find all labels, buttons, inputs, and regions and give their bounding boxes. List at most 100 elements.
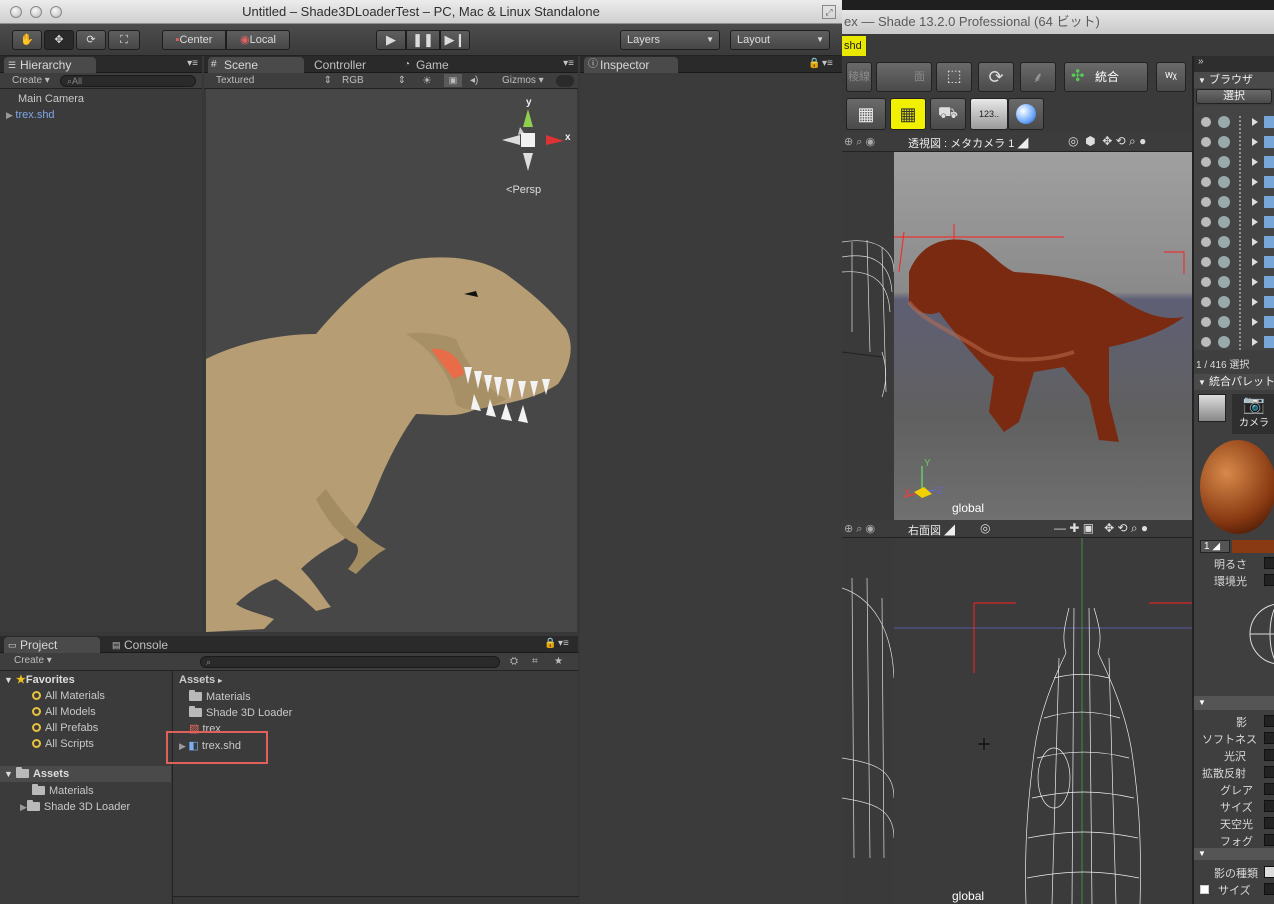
tab-hierarchy[interactable]: ☰ Hierarchy xyxy=(4,57,96,73)
camera-tab[interactable]: 📷 カメラ xyxy=(1232,394,1274,434)
fog-field[interactable] xyxy=(1264,834,1274,846)
skylight-field[interactable] xyxy=(1264,817,1274,829)
favorite-star-icon[interactable]: ★ xyxy=(554,654,563,670)
filter-by-type-icon[interactable]: ⛭ xyxy=(510,654,518,670)
world-coord-button[interactable]: ᵂᵡ xyxy=(1156,62,1186,92)
fullscreen-icon[interactable]: ⤢ xyxy=(822,5,836,19)
view-toolbar-icons[interactable]: ◎ ⬢ ✥ ⟲ ⌕ ● xyxy=(1068,134,1146,149)
tree-folder-shade-3d-loader[interactable]: ▶ Shade 3D Loader xyxy=(20,799,130,815)
tab-console[interactable]: ▤ Console xyxy=(108,637,198,653)
audio-toggle-icon[interactable]: ◂) xyxy=(470,73,478,89)
redo-button[interactable]: ⟳ xyxy=(978,62,1014,92)
project-create-button[interactable]: Create ▾ xyxy=(14,653,52,669)
light-index-dropdown[interactable]: 1 ◢ xyxy=(1200,540,1230,553)
perspective-viewport[interactable]: global Y X Z xyxy=(894,152,1192,520)
select-button[interactable]: 選択 xyxy=(1196,89,1272,104)
layout-dropdown[interactable]: Layout ▼ xyxy=(730,30,830,50)
move-tool-button[interactable]: ✥ xyxy=(44,30,74,50)
layers-dropdown[interactable]: Layers ▼ xyxy=(620,30,720,50)
zoom-controls-icon[interactable]: ⊕ ⌕ ◉ xyxy=(844,522,875,536)
expand-arrow-icon[interactable]: ▶ xyxy=(6,110,15,120)
right-viewport[interactable]: global xyxy=(894,538,1192,904)
assets-root[interactable]: ▼ Assets xyxy=(0,766,171,782)
edge-tool-button[interactable]: 稜線 xyxy=(846,62,872,92)
object-browser-list[interactable] xyxy=(1194,106,1274,350)
panel-menu-icon[interactable]: ▾≡ xyxy=(187,58,198,69)
size-option-field[interactable] xyxy=(1264,883,1274,895)
tab-scene[interactable]: # Scene xyxy=(208,57,304,73)
brightness-field[interactable] xyxy=(1264,557,1274,569)
scene-search-input[interactable] xyxy=(556,75,574,87)
play-button[interactable]: ▶ xyxy=(376,30,406,50)
render-button[interactable] xyxy=(1008,98,1044,130)
browser-header[interactable]: ▼ ブラウザ xyxy=(1194,72,1274,88)
favorite-all-models[interactable]: All Models xyxy=(32,704,96,720)
tab-project[interactable]: ▭ Project xyxy=(4,637,100,653)
pivot-center-button[interactable]: ▪Center xyxy=(162,30,226,50)
lighting-toggle-icon[interactable]: ☀ xyxy=(422,73,432,89)
expand-arrow-icon[interactable]: ▶ xyxy=(179,741,188,751)
close-window-button[interactable] xyxy=(10,6,22,18)
hand-tool-button[interactable]: ✋ xyxy=(12,30,42,50)
shade-document-tab[interactable]: shd xyxy=(842,36,866,56)
pivot-local-button[interactable]: ◉Local xyxy=(226,30,290,50)
right-view-label[interactable]: 右面図 ◢ xyxy=(908,522,955,538)
collapse-arrow-icon[interactable]: ▼ xyxy=(4,675,13,685)
trex-model[interactable] xyxy=(206,239,577,632)
gizmos-dropdown[interactable]: Gizmos ▾ xyxy=(502,73,544,89)
scene-viewport[interactable]: y x <Persp xyxy=(206,89,577,632)
zoom-window-button[interactable] xyxy=(50,6,62,18)
project-breadcrumb[interactable]: Assets ▸ xyxy=(179,672,222,689)
tab-inspector[interactable]: ⓘ Inspector xyxy=(584,57,678,73)
light-direction-sphere[interactable] xyxy=(1246,594,1274,674)
numeric-input-button[interactable]: 123.. xyxy=(970,98,1008,130)
shadow-section-toggle[interactable]: ▼ xyxy=(1194,696,1274,710)
size-checkbox[interactable] xyxy=(1200,885,1209,894)
collapse-arrow-icon[interactable]: ▼ xyxy=(4,769,13,779)
panel-menu-icon[interactable]: ▾≡ xyxy=(822,58,833,69)
asset-folder-shade-3d-loader[interactable]: Shade 3D Loader xyxy=(189,705,292,721)
tab-game[interactable]: ◔ Game xyxy=(400,57,480,73)
shadow-type-section-toggle[interactable]: ▼ xyxy=(1194,848,1274,860)
hierarchy-item-trex[interactable]: ▶ trex.shd xyxy=(6,107,55,123)
palette-header[interactable]: ▼ 統合パレット xyxy=(1194,374,1274,390)
wire-view-left-strip[interactable] xyxy=(842,152,895,520)
filter-by-label-icon[interactable]: ⌗ xyxy=(532,654,538,670)
favorite-all-materials[interactable]: All Materials xyxy=(32,688,105,704)
project-search-input[interactable]: ⌕ xyxy=(200,656,500,668)
wire-view-left-strip-2[interactable]: Y xyxy=(842,538,931,904)
panel-menu-icon[interactable]: ▾≡ xyxy=(563,58,574,69)
glare-field[interactable] xyxy=(1264,783,1274,795)
rotate-tool-button[interactable]: ⟳ xyxy=(76,30,106,50)
hierarchy-search-input[interactable]: ⌕All xyxy=(60,75,196,87)
unified-tool-button[interactable]: ✣ 統合 xyxy=(1064,62,1148,92)
perspective-view-label[interactable]: 透視図 : メタカメラ 1 ◢ xyxy=(908,135,1028,151)
shading-mode-dropdown[interactable]: Textured ⇕ xyxy=(216,73,332,89)
softness-field[interactable] xyxy=(1264,732,1274,744)
size-field[interactable] xyxy=(1264,800,1274,812)
gloss-field[interactable] xyxy=(1264,749,1274,761)
side-panel-collapse[interactable]: » xyxy=(1194,56,1274,72)
asset-folder-materials[interactable]: Materials xyxy=(189,689,251,705)
scale-tool-button[interactable]: ⛶ xyxy=(108,30,140,50)
zoom-controls-icon[interactable]: ⊕ ⌕ ◉ xyxy=(844,135,875,149)
shadow-type-dropdown[interactable] xyxy=(1264,866,1274,878)
view-toolbar-icons[interactable]: — ✚ ▣ ✥ ⟲ ⌕ ● xyxy=(1054,521,1148,536)
select-rect-button[interactable]: ⬚ xyxy=(936,62,972,92)
tree-folder-materials[interactable]: Materials xyxy=(32,783,94,799)
step-button[interactable]: ▶❙ xyxy=(440,30,470,50)
light-color-swatch[interactable] xyxy=(1232,540,1274,553)
lock-icon[interactable]: 🔒 xyxy=(808,58,820,69)
target-icon[interactable]: ◎ xyxy=(980,521,990,535)
brush-tool-button[interactable]: ⸙ xyxy=(1020,62,1056,92)
ambient-field[interactable] xyxy=(1264,574,1274,586)
color-mode-dropdown[interactable]: RGB ⇕ xyxy=(342,73,406,89)
expand-arrow-icon[interactable]: ▶ xyxy=(20,802,27,812)
image-effects-icon[interactable]: ▣ xyxy=(444,74,462,87)
favorite-all-prefabs[interactable]: All Prefabs xyxy=(32,720,98,736)
hierarchy-item-main-camera[interactable]: Main Camera xyxy=(18,91,84,107)
minimize-window-button[interactable] xyxy=(30,6,42,18)
favorites-header[interactable]: ▼ ★Favorites xyxy=(4,672,75,688)
grid-toggle-button[interactable]: ▦ xyxy=(846,98,886,130)
favorite-all-scripts[interactable]: All Scripts xyxy=(32,736,94,752)
